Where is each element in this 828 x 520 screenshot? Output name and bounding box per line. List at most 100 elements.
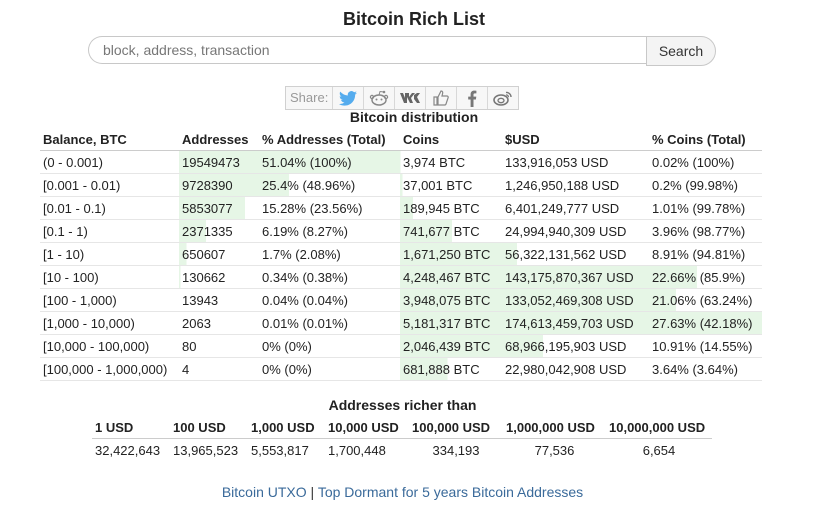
usd-cell: 56,322,131,562 USD — [502, 242, 649, 266]
balance-cell: [10 - 100) — [40, 265, 179, 289]
addresses-cell: 4 — [179, 357, 259, 381]
coins-cell: 3,974 BTC — [400, 150, 502, 174]
balance-cell: [0.001 - 0.01) — [40, 173, 179, 197]
top-dormant-link[interactable]: Top Dormant for 5 years Bitcoin Addresse… — [318, 484, 583, 500]
coins-cell: 2,046,439 BTC — [400, 334, 502, 358]
bitcoin-utxo-link[interactable]: Bitcoin UTXO — [222, 484, 307, 500]
coins-cell: 3,948,075 BTC — [400, 288, 502, 312]
balance-cell: [10,000 - 100,000) — [40, 334, 179, 358]
richer-value: 6,654 — [642, 442, 676, 458]
addresses-cell: 2063 — [179, 311, 259, 335]
header-coins: Coins — [400, 128, 502, 151]
pct-addresses-cell: 15.28% (23.56%) — [259, 196, 400, 220]
richer-value: 32,422,643 — [95, 442, 161, 458]
balance-cell: [0.01 - 0.1) — [40, 196, 179, 220]
balance-cell: [0.1 - 1) — [40, 219, 179, 243]
search-button[interactable]: Search — [646, 36, 716, 66]
pct-addresses-cell: 6.19% (8.27%) — [259, 219, 400, 243]
pct-addresses-cell: 0.34% (0.38%) — [259, 265, 400, 289]
pct-coins-cell: 8.91% (94.81%) — [649, 242, 762, 266]
distribution-row: [10 - 100) 130662 0.34% (0.38%) 4,248,467 B… — [40, 265, 762, 289]
pct-coins-cell: 27.63% (42.18%) — [649, 311, 762, 335]
pct-addresses-cell: 1.7% (2.08%) — [259, 242, 400, 266]
usd-cell: 6,401,249,777 USD — [502, 196, 649, 220]
distribution-row: [100 - 1,000) 13943 0.04% (0.04%) 3,948,075… — [40, 288, 762, 312]
vk-icon[interactable] — [394, 87, 425, 109]
addresses-cell: 650607 — [179, 242, 259, 266]
pct-coins-cell: 0.2% (99.98%) — [649, 173, 762, 197]
richer-header: 1 USD — [92, 416, 170, 439]
balance-cell: [1 - 10) — [40, 242, 179, 266]
share-bar: Share: — [285, 86, 520, 110]
pct-coins-cell: 3.96% (98.77%) — [649, 219, 762, 243]
richer-header: 1,000 USD — [248, 416, 325, 439]
coins-cell: 4,248,467 BTC — [400, 265, 502, 289]
richer-header: 10,000 USD — [325, 416, 409, 439]
distribution-row: [1 - 10) 650607 1.7% (2.08%) 1,671,250 BTC 5… — [40, 242, 762, 266]
coins-cell: 681,888 BTC — [400, 357, 502, 381]
distribution-row: [10,000 - 100,000) 80 0% (0%) 2,046,439 BTC… — [40, 334, 762, 358]
usd-cell: 133,916,053 USD — [502, 150, 649, 174]
usd-cell: 133,052,469,308 USD — [502, 288, 649, 312]
facebook-icon[interactable] — [456, 87, 487, 109]
addresses-cell: 9728390 — [179, 173, 259, 197]
balance-cell: [100 - 1,000) — [40, 288, 179, 312]
usd-cell: 143,175,870,367 USD — [502, 265, 649, 289]
usd-cell: 22,980,042,908 USD — [502, 357, 649, 381]
like-icon[interactable] — [425, 87, 456, 109]
distribution-row: [0.1 - 1) 2371335 6.19% (8.27%) 741,677 BTC… — [40, 219, 762, 243]
coins-cell: 5,181,317 BTC — [400, 311, 502, 335]
addresses-cell: 80 — [179, 334, 259, 358]
distribution-row: (0 - 0.001) 19549473 51.04% (100%) 3,974 BT… — [40, 150, 762, 174]
search-bar: Search — [88, 36, 717, 66]
richer-value: 13,965,523 — [173, 442, 239, 458]
pct-addresses-cell: 51.04% (100%) — [259, 150, 400, 174]
usd-cell: 24,994,940,309 USD — [502, 219, 649, 243]
search-input[interactable] — [88, 36, 648, 64]
pct-coins-cell: 0.02% (100%) — [649, 150, 762, 174]
addresses-cell: 2371335 — [179, 219, 259, 243]
richer-values-row: 32,422,643 13,965,523 5,553,817 1,700,44… — [92, 439, 712, 462]
distribution-row: [100,000 - 1,000,000) 4 0% (0%) 681,888 BTC… — [40, 357, 762, 381]
richer-header: 100,000 USD — [409, 416, 503, 439]
reddit-icon[interactable] — [363, 87, 394, 109]
coins-cell: 189,945 BTC — [400, 196, 502, 220]
balance-cell: (0 - 0.001) — [40, 150, 179, 174]
richer-header: 10,000,000 USD — [606, 416, 712, 439]
header-pct-coins: % Coins (Total) — [649, 128, 762, 151]
richer-title: Addresses richer than — [328, 397, 477, 413]
balance-cell: [1,000 - 10,000) — [40, 311, 179, 335]
distribution-title: Bitcoin distribution — [349, 109, 479, 125]
pct-addresses-cell: 25.4% (48.96%) — [259, 173, 400, 197]
usd-cell: 1,246,950,188 USD — [502, 173, 649, 197]
footer-links: Bitcoin UTXO | Top Dormant for 5 years B… — [0, 484, 805, 500]
pct-addresses-cell: 0% (0%) — [259, 357, 400, 381]
share-label: Share: — [290, 90, 329, 105]
addresses-cell: 130662 — [179, 265, 259, 289]
richer-header-row: 1 USD 100 USD 1,000 USD 10,000 USD 100,0… — [92, 416, 712, 439]
weibo-icon[interactable] — [487, 87, 518, 109]
pct-addresses-cell: 0.04% (0.04%) — [259, 288, 400, 312]
pct-coins-cell: 22.66% (85.9%) — [649, 265, 762, 289]
usd-cell: 174,613,459,703 USD — [502, 311, 649, 335]
addresses-cell: 19549473 — [179, 150, 259, 174]
richer-header: 100 USD — [170, 416, 248, 439]
coins-cell: 1,671,250 BTC — [400, 242, 502, 266]
pct-addresses-cell: 0% (0%) — [259, 334, 400, 358]
distribution-row: [0.001 - 0.01) 9728390 25.4% (48.96%) 37,00… — [40, 173, 762, 197]
richer-value: 1,700,448 — [328, 442, 386, 458]
richer-header: 1,000,000 USD — [503, 416, 606, 439]
distribution-row: [1,000 - 10,000) 2063 0.01% (0.01%) 5,181,3… — [40, 311, 762, 335]
distribution-table: Balance, BTC Addresses % Addresses (Tota… — [40, 128, 762, 381]
pct-coins-cell: 21.06% (63.24%) — [649, 288, 762, 312]
richer-value: 334,193 — [432, 442, 480, 458]
pct-coins-cell: 3.64% (3.64%) — [649, 357, 762, 381]
twitter-icon[interactable] — [332, 87, 363, 109]
header-usd: $USD — [502, 128, 649, 151]
richer-value: 5,553,817 — [251, 442, 309, 458]
distribution-row: [0.01 - 0.1) 5853077 15.28% (23.56%) 189,94… — [40, 196, 762, 220]
coins-cell: 37,001 BTC — [400, 173, 502, 197]
page-title: Bitcoin Rich List — [342, 9, 485, 29]
balance-cell: [100,000 - 1,000,000) — [40, 357, 179, 381]
coins-cell: 741,677 BTC — [400, 219, 502, 243]
